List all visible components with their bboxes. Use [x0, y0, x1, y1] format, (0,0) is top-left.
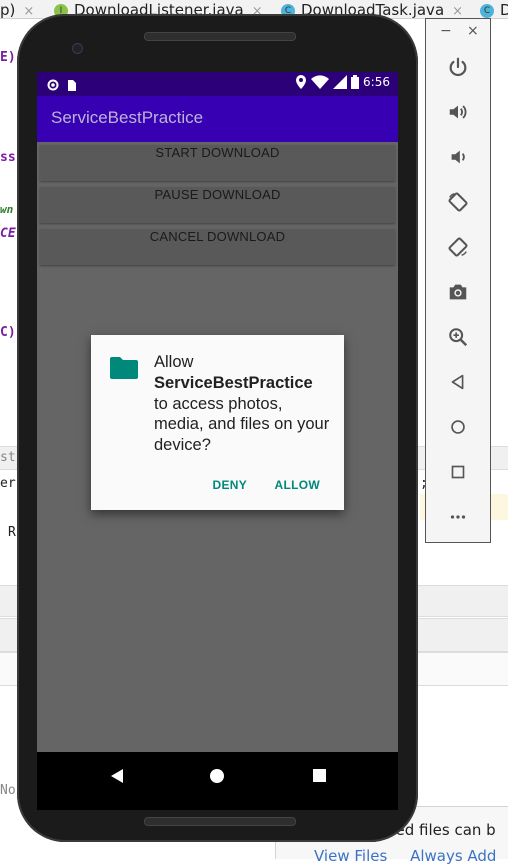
view-files-link[interactable]: View Files: [314, 847, 387, 865]
zoom-icon[interactable]: [445, 324, 471, 350]
tab-close-icon[interactable]: ×: [452, 4, 463, 19]
rotate-left-icon[interactable]: [445, 189, 471, 215]
pause-download-button[interactable]: PAUSE DOWNLOAD: [40, 187, 395, 223]
home-icon[interactable]: [445, 414, 471, 440]
dialog-allow-text: Allow: [154, 353, 194, 371]
top-speaker: [144, 32, 296, 41]
bottom-speaker: [144, 817, 296, 826]
always-add-link[interactable]: Always Add: [410, 847, 496, 865]
code-fragment: wn: [0, 203, 14, 216]
location-icon: [296, 75, 307, 89]
dialog-message: Allow ServiceBestPractice to access phot…: [154, 352, 334, 456]
power-icon[interactable]: [445, 54, 471, 80]
nav-overview-icon[interactable]: [312, 768, 328, 788]
editor-tab-partial-right[interactable]: CD: [480, 0, 508, 19]
front-camera: [72, 43, 83, 54]
start-download-button[interactable]: START DOWNLOAD: [40, 145, 395, 181]
minimize-button[interactable]: −: [440, 23, 452, 39]
phone-screen: 6:56 ServiceBestPractice START DOWNLOAD …: [37, 72, 398, 810]
class-icon: C: [480, 3, 494, 18]
deny-button[interactable]: DENY: [213, 478, 247, 492]
permission-dialog: Allow ServiceBestPractice to access phot…: [91, 335, 344, 510]
code-fragment: No: [0, 783, 16, 798]
volume-up-icon[interactable]: [445, 99, 471, 125]
status-notification-icons: [47, 79, 76, 91]
phone-frame: 6:56 ServiceBestPractice START DOWNLOAD …: [17, 14, 418, 842]
app-bar: ServiceBestPractice: [37, 96, 398, 142]
dialog-app-name: ServiceBestPractice: [154, 373, 313, 392]
code-fragment: E): [0, 50, 16, 65]
wifi-icon: [311, 75, 330, 89]
emulator-toolbar: − ×: [425, 18, 491, 543]
nav-home-icon[interactable]: [209, 768, 225, 788]
battery-icon: [351, 75, 360, 89]
back-icon[interactable]: [445, 369, 471, 395]
code-fragment: R: [8, 525, 16, 540]
nav-back-icon[interactable]: [109, 768, 125, 788]
overview-icon[interactable]: [445, 459, 471, 485]
editor-tab-partial[interactable]: p) ×: [0, 0, 34, 19]
status-time: 6:56: [363, 75, 390, 89]
code-fragment: er: [0, 476, 16, 491]
allow-button[interactable]: ALLOW: [275, 478, 321, 492]
signal-icon: [333, 75, 348, 89]
more-icon[interactable]: [445, 504, 471, 530]
code-fragment: C): [0, 325, 16, 340]
close-button[interactable]: ×: [467, 23, 479, 39]
navigation-bar: [37, 752, 398, 810]
status-bar: 6:56: [37, 72, 398, 96]
rotate-right-icon[interactable]: [445, 234, 471, 260]
volume-down-icon[interactable]: [445, 144, 471, 170]
camera-icon[interactable]: [445, 279, 471, 305]
cancel-download-button[interactable]: CANCEL DOWNLOAD: [40, 229, 395, 265]
folder-icon: [110, 357, 138, 383]
app-title: ServiceBestPractice: [51, 108, 204, 127]
dialog-permission-text: to access photos, media, and files on yo…: [154, 394, 330, 455]
tab-close-icon[interactable]: ×: [23, 4, 34, 19]
